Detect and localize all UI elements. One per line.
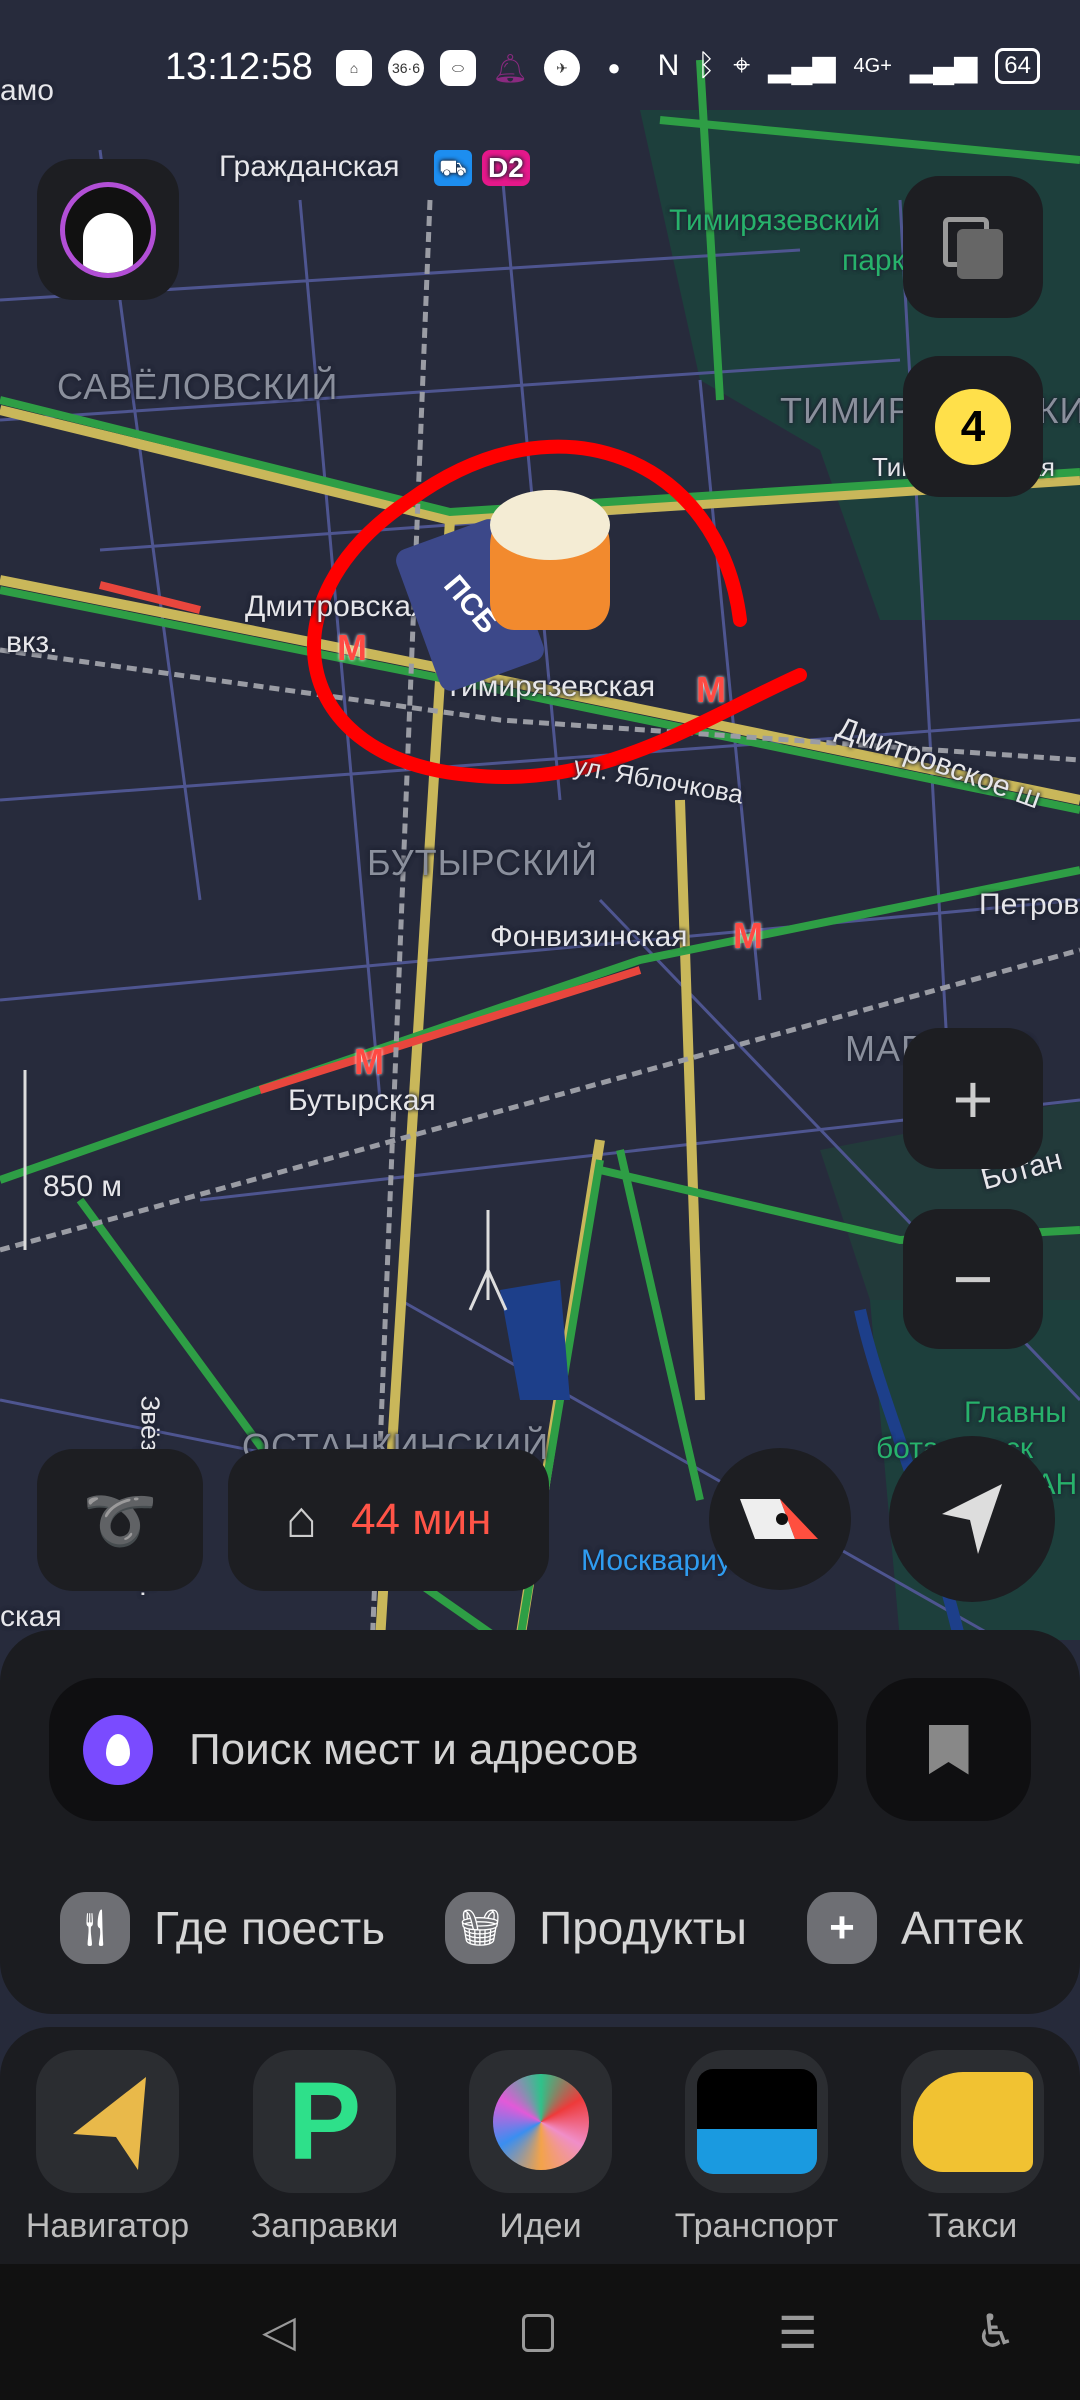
- navigator-icon: [36, 2050, 179, 2193]
- category-groceries[interactable]: 🧺︎ Продукты: [445, 1892, 747, 1964]
- category-pharmacy[interactable]: + Аптек: [807, 1892, 1023, 1964]
- minus-icon: −: [952, 1240, 994, 1318]
- map-label: парк: [842, 244, 905, 277]
- accessibility-button[interactable]: ♿︎: [975, 2304, 1016, 2358]
- map-label: Петров: [979, 888, 1080, 921]
- layers-button[interactable]: [903, 176, 1043, 318]
- map-label: Гражданская: [219, 150, 400, 183]
- d2-badge: D2: [482, 150, 530, 186]
- ideas-flower-icon: [469, 2050, 612, 2193]
- home-eta: 44 мин: [351, 1495, 492, 1544]
- map-label: Дмитровская: [245, 590, 428, 623]
- route-icon: ➰: [82, 1486, 158, 1554]
- map-label: ская: [0, 1600, 62, 1633]
- profile-button[interactable]: [37, 159, 179, 300]
- location-icon: ⌖: [733, 49, 751, 82]
- avatar: [60, 181, 156, 278]
- battery-icon: 64: [995, 48, 1040, 84]
- zoom-in-button[interactable]: +: [903, 1028, 1043, 1169]
- bus-icon: [685, 2050, 828, 2193]
- bird-app-icon: ✈: [544, 50, 580, 86]
- district-label: САВЁЛОВСКИЙ: [57, 366, 339, 407]
- bookmark-icon: [928, 1724, 969, 1775]
- map-label: Бутырская: [288, 1084, 436, 1117]
- bookmarks-button[interactable]: [866, 1678, 1031, 1821]
- compass-button[interactable]: [709, 1448, 851, 1590]
- popcorn-icon: [490, 490, 610, 630]
- app-gas-stations[interactable]: P Заправки: [251, 2050, 398, 2246]
- oval-app-icon: ⬭: [440, 50, 476, 86]
- alice-voice-icon[interactable]: [83, 1714, 153, 1785]
- services-bar: Навигатор P Заправки Идеи Транспорт Такси: [0, 2027, 1080, 2264]
- clock: 13:12:58: [165, 46, 313, 88]
- home-icon: ⌂: [285, 1491, 318, 1549]
- status-bar: 13:12:58 ⌂ 36·6 ⬭ 🔔︎ ✈ ● N ᛒ ⌖ ▂▄▆ 4G+ ▂…: [0, 0, 1080, 110]
- fork-knife-icon: 🍴︎: [60, 1892, 130, 1964]
- app-taxi[interactable]: Такси: [900, 2050, 1045, 2246]
- train-station-icon: ⛟: [434, 150, 472, 186]
- app-transport[interactable]: Транспорт: [675, 2050, 838, 2246]
- ad-pin[interactable]: ПСБ: [392, 470, 625, 700]
- basket-icon: 🧺︎: [445, 1892, 516, 1964]
- signal-icon: ▂▄▆: [909, 49, 978, 83]
- system-nav-bar: ◁ ☰ ♿︎: [0, 2264, 1080, 2400]
- bottom-sheet: Поиск мест и адресов 🍴︎ Где поесть 🧺︎ Прод…: [0, 1630, 1080, 2014]
- home-app-icon: ⌂: [336, 50, 372, 86]
- metro-icon[interactable]: М: [728, 918, 768, 954]
- compass-icon: [740, 1499, 818, 1539]
- map-label: вкз.: [6, 626, 58, 659]
- signal-icon: ▂▄▆: [768, 49, 836, 83]
- pharmacy-366-icon: 36·6: [388, 50, 424, 86]
- dot-icon: ●: [607, 55, 621, 80]
- bluetooth-icon: ᛒ: [697, 49, 716, 82]
- traffic-score: 4: [935, 388, 1011, 465]
- plus-icon: +: [807, 1892, 877, 1964]
- metro-icon[interactable]: М: [349, 1044, 389, 1080]
- traffic-button[interactable]: 4: [903, 356, 1043, 497]
- map-label: Главны: [964, 1396, 1067, 1429]
- zoom-out-button[interactable]: −: [903, 1209, 1043, 1349]
- app-ideas[interactable]: Идеи: [468, 2050, 613, 2246]
- fuel-p-icon: P: [253, 2050, 396, 2193]
- network-type: 4G+: [853, 54, 892, 77]
- taxi-car-icon: [901, 2050, 1044, 2193]
- scale-label: 850 м: [43, 1170, 123, 1203]
- route-button[interactable]: ➰: [37, 1449, 203, 1591]
- metro-icon[interactable]: М: [691, 672, 731, 708]
- search-placeholder: Поиск мест и адресов: [189, 1724, 639, 1774]
- home-button[interactable]: [522, 2314, 554, 2352]
- layers-icon: [943, 217, 1003, 279]
- back-button[interactable]: ◁: [262, 2306, 296, 2357]
- recents-button[interactable]: ☰: [778, 2308, 817, 2359]
- my-location-button[interactable]: [889, 1436, 1055, 1602]
- category-where-to-eat[interactable]: 🍴︎ Где поесть: [60, 1892, 385, 1964]
- search-field[interactable]: Поиск мест и адресов: [49, 1678, 838, 1821]
- plus-icon: +: [952, 1059, 994, 1138]
- map-label: Тимирязевский: [669, 204, 881, 237]
- app-navigator[interactable]: Навигатор: [26, 2050, 189, 2246]
- district-label: БУТЫРСКИЙ: [367, 842, 598, 883]
- location-arrow-icon: [942, 1484, 1002, 1554]
- nfc-icon: N: [657, 49, 680, 82]
- bell-icon: 🔔︎: [492, 52, 528, 84]
- home-route-button[interactable]: ⌂ 44 мин: [228, 1449, 549, 1591]
- metro-icon[interactable]: М: [332, 630, 372, 666]
- map-label: Фонвизинская: [490, 920, 688, 953]
